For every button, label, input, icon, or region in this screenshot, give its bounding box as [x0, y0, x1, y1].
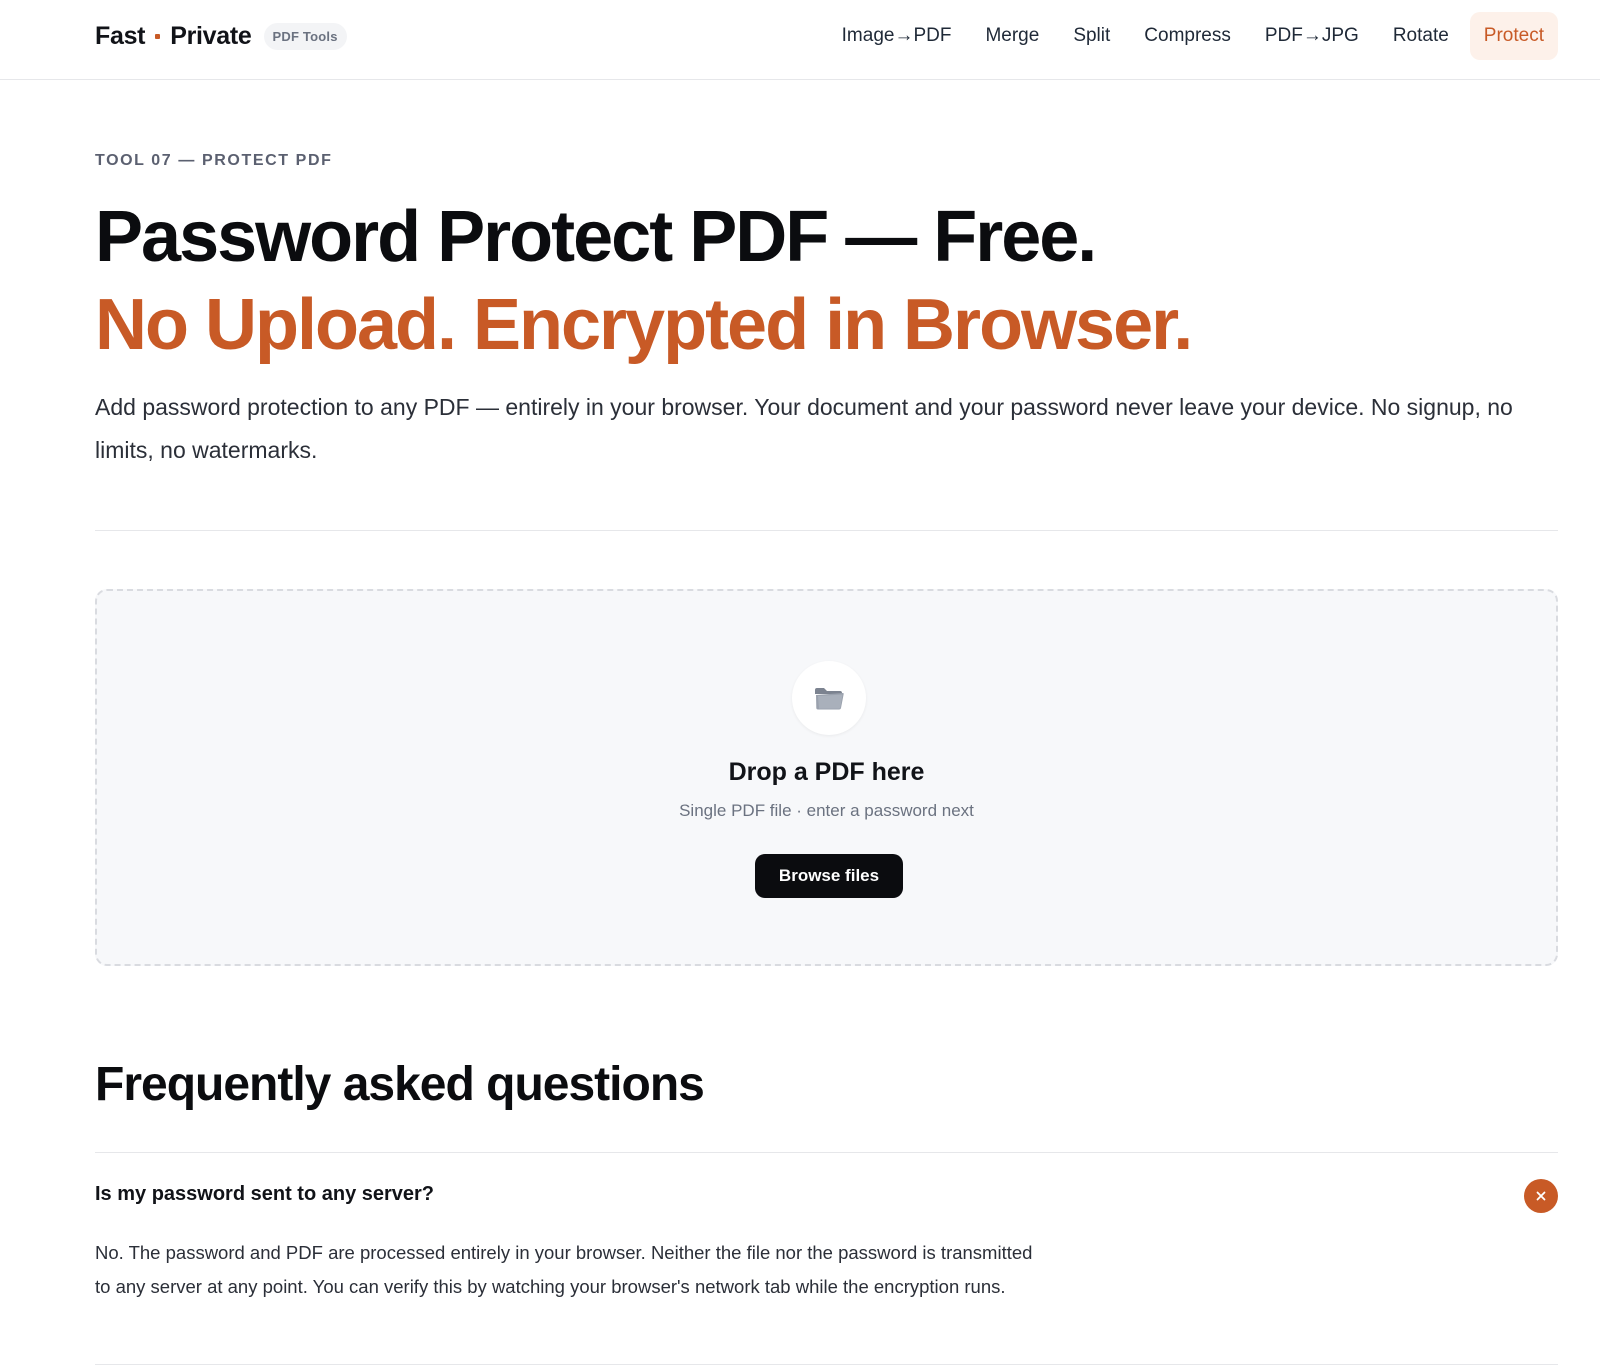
nav-item-split[interactable]: Split	[1056, 12, 1127, 60]
faq-title: Frequently asked questions	[95, 1058, 705, 1111]
tool-eyebrow: TOOL 07 — PROTECT PDF	[95, 152, 333, 169]
site-header: Fast Private PDF Tools Image→PDF Merge S…	[0, 0, 1600, 80]
nav-item-compress[interactable]: Compress	[1127, 12, 1248, 60]
faq-toggle-button[interactable]	[1524, 1179, 1558, 1213]
close-icon	[1536, 1191, 1546, 1201]
pdf-dropzone[interactable]: Drop a PDF here Single PDF file · enter …	[95, 589, 1558, 966]
dropzone-icon-circle	[792, 661, 866, 735]
brand-dot-icon	[155, 33, 161, 39]
nav-item-protect[interactable]: Protect	[1469, 12, 1558, 60]
page-lead: Add password protection to any PDF — ent…	[95, 394, 1513, 463]
main-nav: Image→PDF Merge Split Compress PDF→JPG R…	[825, 12, 1558, 60]
faq-divider-top	[95, 1152, 1558, 1153]
dropzone-subtitle: Single PDF file · enter a password next	[679, 801, 974, 820]
nav-item-pdf-to-jpg[interactable]: PDF→JPG	[1248, 12, 1376, 60]
nav-item-merge[interactable]: Merge	[968, 12, 1056, 60]
nav-item-image-to-pdf[interactable]: Image→PDF	[825, 12, 969, 60]
folder-icon	[815, 688, 844, 710]
page-title: Password Protect PDF — Free.	[95, 197, 1097, 277]
brand-name-fast: Fast	[95, 21, 146, 50]
brand-name-private: Private	[170, 21, 252, 50]
brand-logo[interactable]: Fast Private PDF Tools	[95, 20, 347, 52]
faq-question[interactable]: Is my password sent to any server?	[95, 1183, 434, 1206]
browse-files-button[interactable]: Browse files	[755, 854, 903, 898]
dropzone-title: Drop a PDF here	[728, 758, 925, 786]
faq-divider-bottom	[95, 1364, 1558, 1365]
section-divider	[95, 530, 1558, 531]
nav-item-rotate[interactable]: Rotate	[1376, 12, 1466, 60]
brand-badge: PDF Tools	[263, 22, 347, 50]
page-title-accent: No Upload. Encrypted in Browser.	[95, 285, 1193, 365]
faq-answer: No. The password and PDF are processed e…	[95, 1242, 1033, 1297]
